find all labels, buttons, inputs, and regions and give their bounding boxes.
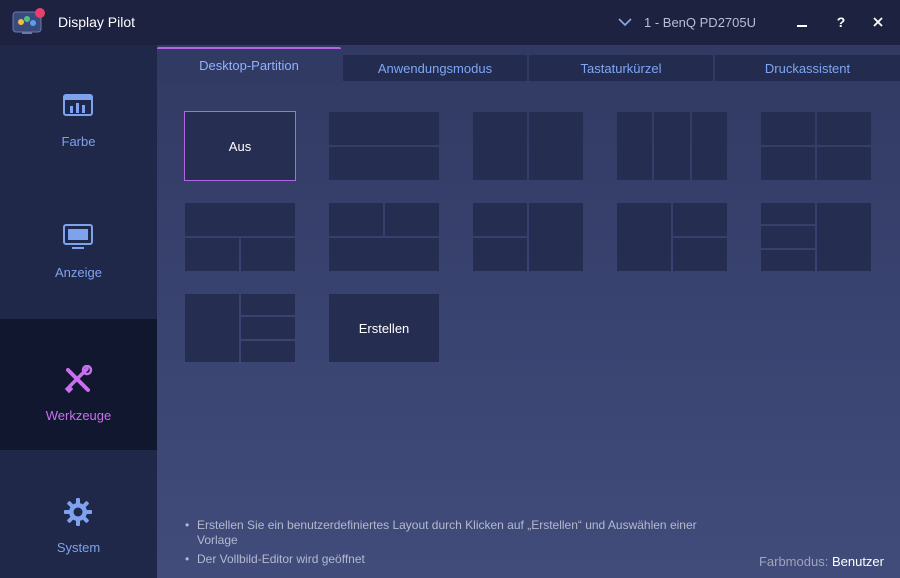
layout-2-vertical[interactable] — [473, 112, 585, 182]
help-button[interactable]: ? — [829, 10, 853, 34]
sidebar-item-label: Werkzeuge — [45, 408, 112, 423]
sidebar-item-system[interactable]: System — [0, 451, 157, 578]
hint-fullscreen-editor: Der Vollbild-Editor wird geöffnet — [185, 552, 705, 567]
tab-tastaturkuerzel[interactable]: Tastaturkürzel — [529, 55, 713, 81]
monitor-name: 1 - BenQ PD2705U — [644, 14, 757, 30]
color-mode-status: Farbmodus: Benutzer — [759, 554, 884, 569]
hint-list: Erstellen Sie ein benutzerdefiniertes La… — [185, 518, 705, 571]
sidebar-item-label: System — [56, 540, 101, 555]
sidebar: Farbe Anzeige Werkzeuge System — [0, 45, 157, 578]
app-logo-icon — [12, 8, 46, 36]
layout-4-grid[interactable] — [761, 112, 873, 182]
sidebar-item-farbe[interactable]: Farbe — [0, 45, 157, 176]
tab-druckassistent[interactable]: Druckassistent — [715, 55, 900, 81]
monitor-icon — [62, 222, 94, 252]
tab-anwendungsmodus[interactable]: Anwendungsmodus — [343, 55, 527, 81]
close-button[interactable] — [866, 10, 890, 34]
tab-bar: Desktop-Partition Anwendungsmodus Tastat… — [157, 45, 900, 81]
layout-left-tall-right-2[interactable] — [617, 203, 729, 273]
layout-left-2-right-tall[interactable] — [473, 203, 585, 273]
color-mode-label: Farbmodus: — [758, 554, 829, 569]
monitor-selector[interactable]: 1 - BenQ PD2705U — [618, 12, 756, 32]
tab-desktop-partition[interactable]: Desktop-Partition — [157, 47, 341, 81]
chevron-down-icon — [618, 17, 632, 27]
layout-off-button[interactable]: Aus — [184, 111, 296, 181]
app-title: Display Pilot — [58, 14, 136, 30]
minimize-button[interactable] — [790, 10, 814, 34]
title-bar: Display Pilot 1 - BenQ PD2705U ? — [0, 0, 900, 45]
layout-left-3-right-tall[interactable] — [761, 203, 873, 273]
sidebar-item-werkzeuge[interactable]: Werkzeuge — [0, 319, 157, 450]
sidebar-item-anzeige[interactable]: Anzeige — [0, 176, 157, 307]
gear-icon — [62, 497, 94, 527]
hint-create-layout: Erstellen Sie ein benutzerdefiniertes La… — [185, 518, 705, 548]
sidebar-item-label: Anzeige — [55, 265, 102, 280]
layout-top-2-bottom-wide[interactable] — [329, 203, 441, 273]
create-layout-button[interactable]: Erstellen — [329, 294, 439, 362]
sidebar-item-label: Farbe — [61, 134, 96, 149]
chart-icon — [62, 91, 94, 121]
color-mode-value: Benutzer — [831, 554, 884, 569]
tools-icon — [62, 365, 94, 395]
layout-top-wide-bottom-2[interactable] — [185, 203, 297, 273]
main-panel: Desktop-Partition Anwendungsmodus Tastat… — [157, 45, 900, 578]
layout-3-vertical[interactable] — [617, 112, 729, 182]
layout-2-horizontal[interactable] — [329, 112, 441, 182]
layout-left-tall-right-3[interactable] — [185, 294, 297, 364]
